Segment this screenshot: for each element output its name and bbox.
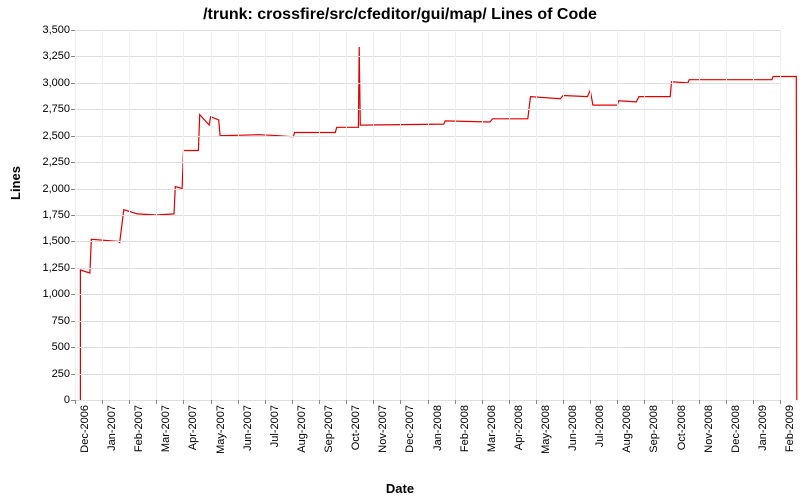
x-tick-label: Oct-2008 xyxy=(676,405,688,450)
x-gridline xyxy=(780,30,781,400)
x-tick-label: Feb-2009 xyxy=(784,405,796,452)
y-tick-label: 2,500 xyxy=(25,130,70,142)
y-tick-label: 3,250 xyxy=(25,50,70,62)
x-tick-mark xyxy=(183,400,184,404)
x-gridline xyxy=(292,30,293,400)
y-tick-label: 3,500 xyxy=(25,24,70,36)
x-tick-label: Oct-2007 xyxy=(350,405,362,450)
x-tick-mark xyxy=(455,400,456,404)
x-tick-label: Mar-2007 xyxy=(160,405,172,452)
x-tick-mark xyxy=(509,400,510,404)
x-tick-label: Dec-2008 xyxy=(730,405,742,453)
x-gridline xyxy=(183,30,184,400)
x-tick-mark xyxy=(672,400,673,404)
x-gridline xyxy=(644,30,645,400)
x-gridline xyxy=(753,30,754,400)
y-tick-label: 3,000 xyxy=(25,77,70,89)
y-tick-label: 750 xyxy=(25,315,70,327)
x-tick-mark xyxy=(428,400,429,404)
x-gridline xyxy=(238,30,239,400)
y-axis-label: Lines xyxy=(8,166,23,200)
x-tick-mark xyxy=(753,400,754,404)
x-axis-label: Date xyxy=(0,481,800,496)
x-tick-mark xyxy=(400,400,401,404)
x-tick-mark xyxy=(590,400,591,404)
y-tick-label: 1,500 xyxy=(25,235,70,247)
x-tick-label: Apr-2007 xyxy=(187,405,199,450)
x-tick-label: Dec-2006 xyxy=(79,405,91,453)
y-tick-label: 1,000 xyxy=(25,288,70,300)
x-gridline xyxy=(400,30,401,400)
x-tick-mark xyxy=(292,400,293,404)
x-tick-mark xyxy=(482,400,483,404)
x-tick-label: Jan-2007 xyxy=(106,405,118,451)
x-tick-label: Mar-2008 xyxy=(486,405,498,452)
x-gridline xyxy=(590,30,591,400)
x-tick-label: Aug-2008 xyxy=(621,405,633,453)
x-gridline xyxy=(265,30,266,400)
x-gridline xyxy=(617,30,618,400)
x-tick-label: Nov-2008 xyxy=(703,405,715,453)
x-tick-mark xyxy=(238,400,239,404)
x-tick-label: Nov-2007 xyxy=(377,405,389,453)
x-tick-mark xyxy=(211,400,212,404)
chart-title: /trunk: crossfire/src/cfeditor/gui/map/ … xyxy=(0,6,800,24)
x-tick-mark xyxy=(563,400,564,404)
x-tick-mark xyxy=(699,400,700,404)
x-tick-label: Jun-2007 xyxy=(242,405,254,451)
x-gridline xyxy=(156,30,157,400)
x-tick-label: Jul-2007 xyxy=(269,405,281,447)
x-gridline xyxy=(455,30,456,400)
y-tick-label: 2,000 xyxy=(25,183,70,195)
y-tick-label: 1,750 xyxy=(25,209,70,221)
x-tick-label: Feb-2007 xyxy=(133,405,145,452)
x-tick-label: Aug-2007 xyxy=(296,405,308,453)
y-tick-label: 500 xyxy=(25,341,70,353)
x-tick-label: Apr-2008 xyxy=(513,405,525,450)
x-gridline xyxy=(482,30,483,400)
x-tick-label: Jun-2008 xyxy=(567,405,579,451)
x-gridline xyxy=(373,30,374,400)
x-gridline xyxy=(428,30,429,400)
y-tick-label: 0 xyxy=(25,394,70,406)
y-tick-label: 2,750 xyxy=(25,103,70,115)
x-gridline xyxy=(509,30,510,400)
x-gridline xyxy=(319,30,320,400)
x-tick-mark xyxy=(536,400,537,404)
x-gridline xyxy=(75,30,76,400)
x-gridline xyxy=(346,30,347,400)
x-gridline xyxy=(699,30,700,400)
y-tick-label: 250 xyxy=(25,368,70,380)
x-gridline xyxy=(211,30,212,400)
x-tick-mark xyxy=(726,400,727,404)
y-tick-label: 1,250 xyxy=(25,262,70,274)
x-tick-mark xyxy=(265,400,266,404)
x-tick-mark xyxy=(617,400,618,404)
x-tick-label: Feb-2008 xyxy=(459,405,471,452)
x-tick-mark xyxy=(102,400,103,404)
x-tick-mark xyxy=(319,400,320,404)
x-gridline xyxy=(563,30,564,400)
x-tick-mark xyxy=(373,400,374,404)
x-gridline xyxy=(672,30,673,400)
x-gridline xyxy=(536,30,537,400)
x-tick-mark xyxy=(129,400,130,404)
x-tick-label: May-2007 xyxy=(215,405,227,454)
x-tick-mark xyxy=(156,400,157,404)
x-tick-mark xyxy=(644,400,645,404)
x-gridline xyxy=(129,30,130,400)
y-tick-label: 2,250 xyxy=(25,156,70,168)
x-gridline xyxy=(726,30,727,400)
x-tick-label: Jan-2008 xyxy=(432,405,444,451)
x-tick-mark xyxy=(75,400,76,404)
x-tick-label: Dec-2007 xyxy=(404,405,416,453)
x-tick-label: Sep-2007 xyxy=(323,405,335,453)
x-tick-label: Sep-2008 xyxy=(648,405,660,453)
x-tick-label: May-2008 xyxy=(540,405,552,454)
x-tick-mark xyxy=(346,400,347,404)
x-tick-mark xyxy=(780,400,781,404)
x-gridline xyxy=(102,30,103,400)
x-tick-label: Jul-2008 xyxy=(594,405,606,447)
x-tick-label: Jan-2009 xyxy=(757,405,769,451)
